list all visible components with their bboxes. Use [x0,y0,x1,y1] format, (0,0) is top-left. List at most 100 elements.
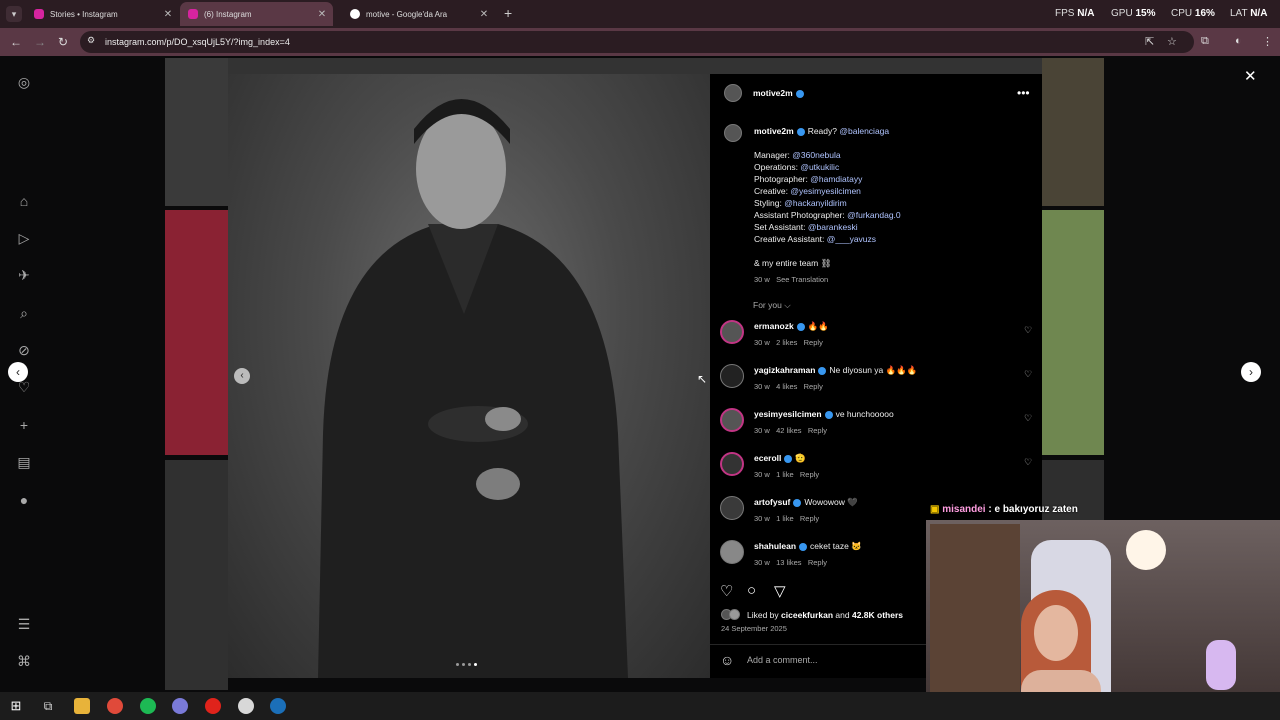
profile-avatar[interactable]: ● [16,492,32,508]
caption-line: motive2m Ready? @balenciaga [754,126,890,136]
close-icon[interactable]: ✕ [315,9,329,20]
extensions-icon[interactable]: ⧉ [1201,35,1209,48]
google-icon [350,9,360,19]
commenter-avatar[interactable] [720,408,744,432]
mention-link[interactable]: @yesimyesilcimen [790,186,861,196]
dot [468,663,471,666]
meta-icon[interactable]: ⌘ [16,653,32,669]
like-comment-icon[interactable]: ♡ [1024,369,1032,380]
post-photo[interactable]: ‹ [228,74,710,678]
liked-by-user[interactable]: ciceekfurkan [781,610,833,620]
create-icon[interactable]: + [16,417,32,433]
mention-link[interactable]: @furkandag.0 [847,210,901,220]
see-translation-link[interactable]: See Translation [776,275,828,284]
cpu-stat: CPU 16% [1171,8,1215,19]
reels-icon[interactable]: ▷ [16,230,32,246]
hand-shape [485,407,521,431]
tab-google[interactable]: motive - Google'da Ara ✕ [342,2,495,26]
comment-user[interactable]: shahulean [754,541,796,551]
reply-button[interactable]: Reply [800,514,819,523]
prev-image-button[interactable]: ‹ [234,368,250,384]
profile-icon[interactable]: ◐ [1235,35,1242,47]
reply-button[interactable]: Reply [800,470,819,479]
comment-user[interactable]: eceroll [754,453,781,463]
mention-link[interactable]: @___yavuzs [827,234,876,244]
close-icon[interactable]: ✕ [161,9,175,20]
comment-user[interactable]: yesimyesilcimen [754,409,822,419]
comment-text: yagizkahraman Ne diyosun ya 🔥🔥🔥 [754,365,918,375]
home-icon[interactable]: ⌂ [16,193,32,209]
close-modal-icon[interactable]: ✕ [1244,67,1257,85]
more-options-icon[interactable]: ••• [1017,86,1030,100]
dot [456,663,459,666]
reply-button[interactable]: Reply [804,338,823,347]
mention-link[interactable]: @utkukilic [800,162,839,172]
new-tab-button[interactable]: + [504,5,512,21]
mention-link[interactable]: @360nebula [792,150,840,160]
commenter-avatar[interactable] [720,496,744,520]
forward-icon[interactable]: → [34,35,46,49]
comment-icon[interactable]: ○ [747,582,756,599]
commenter-avatar[interactable] [720,320,744,344]
author-avatar[interactable] [724,124,742,142]
comment-user[interactable]: artofysuf [754,497,790,507]
windows-start-icon[interactable]: ⊞ [8,698,24,714]
menu-icon[interactable]: ⋮ [1262,35,1273,48]
more-menu-icon[interactable]: ☰ [16,616,32,632]
bookmark-star-icon[interactable]: ☆ [1167,35,1177,48]
task-view-icon[interactable]: ⧉ [40,698,56,714]
like-comment-icon[interactable]: ♡ [1024,325,1032,336]
file-explorer-icon[interactable] [74,698,90,714]
obs-icon[interactable] [238,698,254,714]
site-info-icon[interactable]: ⚙ [87,35,95,46]
hand-shape [476,468,520,500]
url-text[interactable]: instagram.com/p/DO_xsqUjL5Y/?img_index=4 [105,37,290,47]
dashboard-icon[interactable]: ▤ [16,454,32,470]
app-icon[interactable] [172,698,188,714]
explore-icon[interactable]: ⊘ [16,342,32,358]
author-avatar[interactable] [724,84,742,102]
comment-user[interactable]: yagizkahraman [754,365,815,375]
spotify-icon[interactable] [140,698,156,714]
reload-icon[interactable]: ↻ [58,35,68,49]
close-icon[interactable]: ✕ [477,9,491,20]
tab-stories[interactable]: Stories • Instagram ✕ [26,2,179,26]
instagram-icon [188,9,198,19]
emoji-icon[interactable]: ☺ [720,652,734,668]
comment-user[interactable]: ermanozk [754,321,794,331]
share-icon[interactable]: ▽ [774,582,786,600]
messages-icon[interactable]: ✈ [16,267,32,283]
comment-meta: 30 w 1 like Reply [754,514,820,523]
add-comment-input[interactable]: Add a comment... [747,655,818,665]
reply-button[interactable]: Reply [808,558,827,567]
liked-by-others[interactable]: 42.8K others [852,610,903,620]
tab-title: (6) Instagram [204,9,252,19]
instagram-logo-icon[interactable]: ◎ [16,74,32,90]
like-comment-icon[interactable]: ♡ [1024,413,1032,424]
mention-link[interactable]: @hamdiatayy [810,174,862,184]
like-icon[interactable]: ♡ [720,582,733,600]
verified-icon [796,127,805,136]
mention-link[interactable]: @balenciaga [839,126,889,136]
steam-icon[interactable] [270,698,286,714]
post-header-author[interactable]: motive2m [753,88,807,98]
mention-link[interactable]: @barankeski [808,222,858,232]
mention-link[interactable]: @hackanyildirim [784,198,846,208]
for-you-dropdown[interactable]: For you ⌵ [753,300,791,311]
tab-search-button[interactable]: ▾ [6,6,22,22]
commenter-avatar[interactable] [720,364,744,388]
chrome-icon[interactable] [107,698,123,714]
next-post-button[interactable]: › [1241,362,1261,382]
search-icon[interactable]: ⌕ [16,305,32,321]
commenter-avatar[interactable] [720,452,744,476]
opera-icon[interactable] [205,698,221,714]
install-icon[interactable]: ⇱ [1145,35,1154,48]
reply-button[interactable]: Reply [804,382,823,391]
back-icon[interactable]: ← [10,35,22,49]
prev-post-button[interactable]: ‹ [8,362,28,382]
caption-author[interactable]: motive2m [754,126,794,136]
reply-button[interactable]: Reply [808,426,827,435]
like-comment-icon[interactable]: ♡ [1024,457,1032,468]
commenter-avatar[interactable] [720,540,744,564]
tab-instagram[interactable]: (6) Instagram ✕ [180,2,333,26]
